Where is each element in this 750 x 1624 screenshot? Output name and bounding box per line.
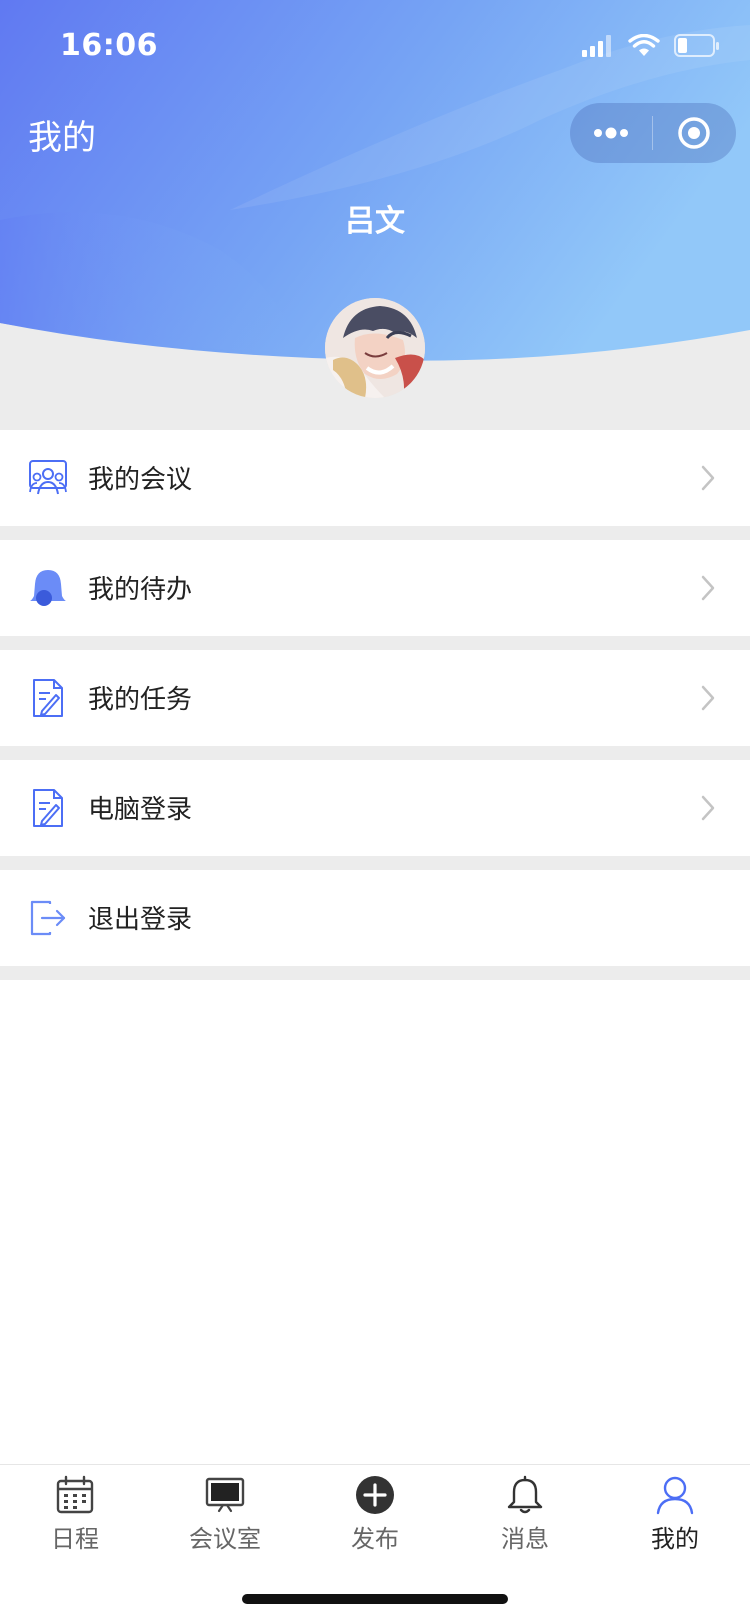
menu-item-my-todos[interactable]: 我的待办 — [0, 540, 750, 636]
profile-menu: 我的会议 我的待办 我的任务 电脑登录 退出登录 — [0, 430, 750, 980]
tab-meeting-room[interactable]: 会议室 — [150, 1475, 300, 1565]
logout-icon — [30, 900, 66, 936]
menu-item-logout[interactable]: 退出登录 — [0, 870, 750, 966]
mini-program-capsule — [570, 103, 736, 163]
bell-outline-icon — [507, 1475, 543, 1514]
chevron-right-icon — [701, 795, 715, 821]
task-document-icon — [33, 679, 63, 717]
user-name: 吕文 — [345, 204, 405, 239]
tab-publish[interactable]: 发布 — [300, 1475, 450, 1565]
tab-label: 日程 — [51, 1525, 99, 1553]
signal-icon — [582, 35, 611, 57]
menu-item-label: 我的任务 — [88, 685, 193, 715]
tab-label: 消息 — [501, 1525, 549, 1553]
avatar-image — [325, 298, 425, 398]
more-button[interactable] — [570, 103, 652, 163]
chevron-right-icon — [701, 465, 715, 491]
battery-icon — [674, 34, 719, 57]
tab-mine[interactable]: 我的 — [600, 1475, 750, 1565]
menu-item-label: 电脑登录 — [88, 795, 193, 825]
bell-icon — [30, 570, 66, 606]
tab-label: 会议室 — [189, 1525, 261, 1553]
menu-item-label: 我的待办 — [88, 575, 193, 605]
more-dots-icon — [594, 127, 628, 139]
menu-item-label: 退出登录 — [88, 905, 193, 935]
status-icons — [582, 34, 720, 58]
target-close-icon — [678, 117, 710, 149]
meeting-people-icon — [29, 460, 67, 495]
tab-label: 我的 — [651, 1525, 699, 1553]
avatar[interactable] — [325, 298, 425, 398]
close-mini-program-button[interactable] — [653, 103, 735, 163]
calendar-icon — [56, 1475, 94, 1514]
menu-item-label: 我的会议 — [88, 465, 193, 495]
tab-label: 发布 — [351, 1525, 399, 1553]
status-bar: 16:06 — [0, 0, 750, 95]
tab-schedule[interactable]: 日程 — [0, 1475, 150, 1565]
profile-page: 16:06 我的 吕文 我的会议 我的待办 我的任务 电脑登录 退出登录 日程 … — [0, 0, 750, 1624]
profile-header: 16:06 我的 吕文 — [0, 0, 750, 430]
chevron-right-icon — [701, 685, 715, 711]
chevron-right-icon — [701, 575, 715, 601]
status-time: 16:06 — [60, 28, 158, 63]
menu-item-pc-login[interactable]: 电脑登录 — [0, 760, 750, 856]
user-icon — [656, 1476, 694, 1515]
plus-circle-icon — [356, 1476, 394, 1514]
meeting-room-screen-icon — [205, 1477, 245, 1513]
home-indicator — [242, 1594, 508, 1604]
menu-item-my-tasks[interactable]: 我的任务 — [0, 650, 750, 746]
wifi-icon — [628, 34, 660, 56]
tab-messages[interactable]: 消息 — [450, 1475, 600, 1565]
pc-login-document-icon — [33, 789, 63, 827]
menu-item-my-meetings[interactable]: 我的会议 — [0, 430, 750, 526]
page-title: 我的 — [28, 118, 96, 158]
